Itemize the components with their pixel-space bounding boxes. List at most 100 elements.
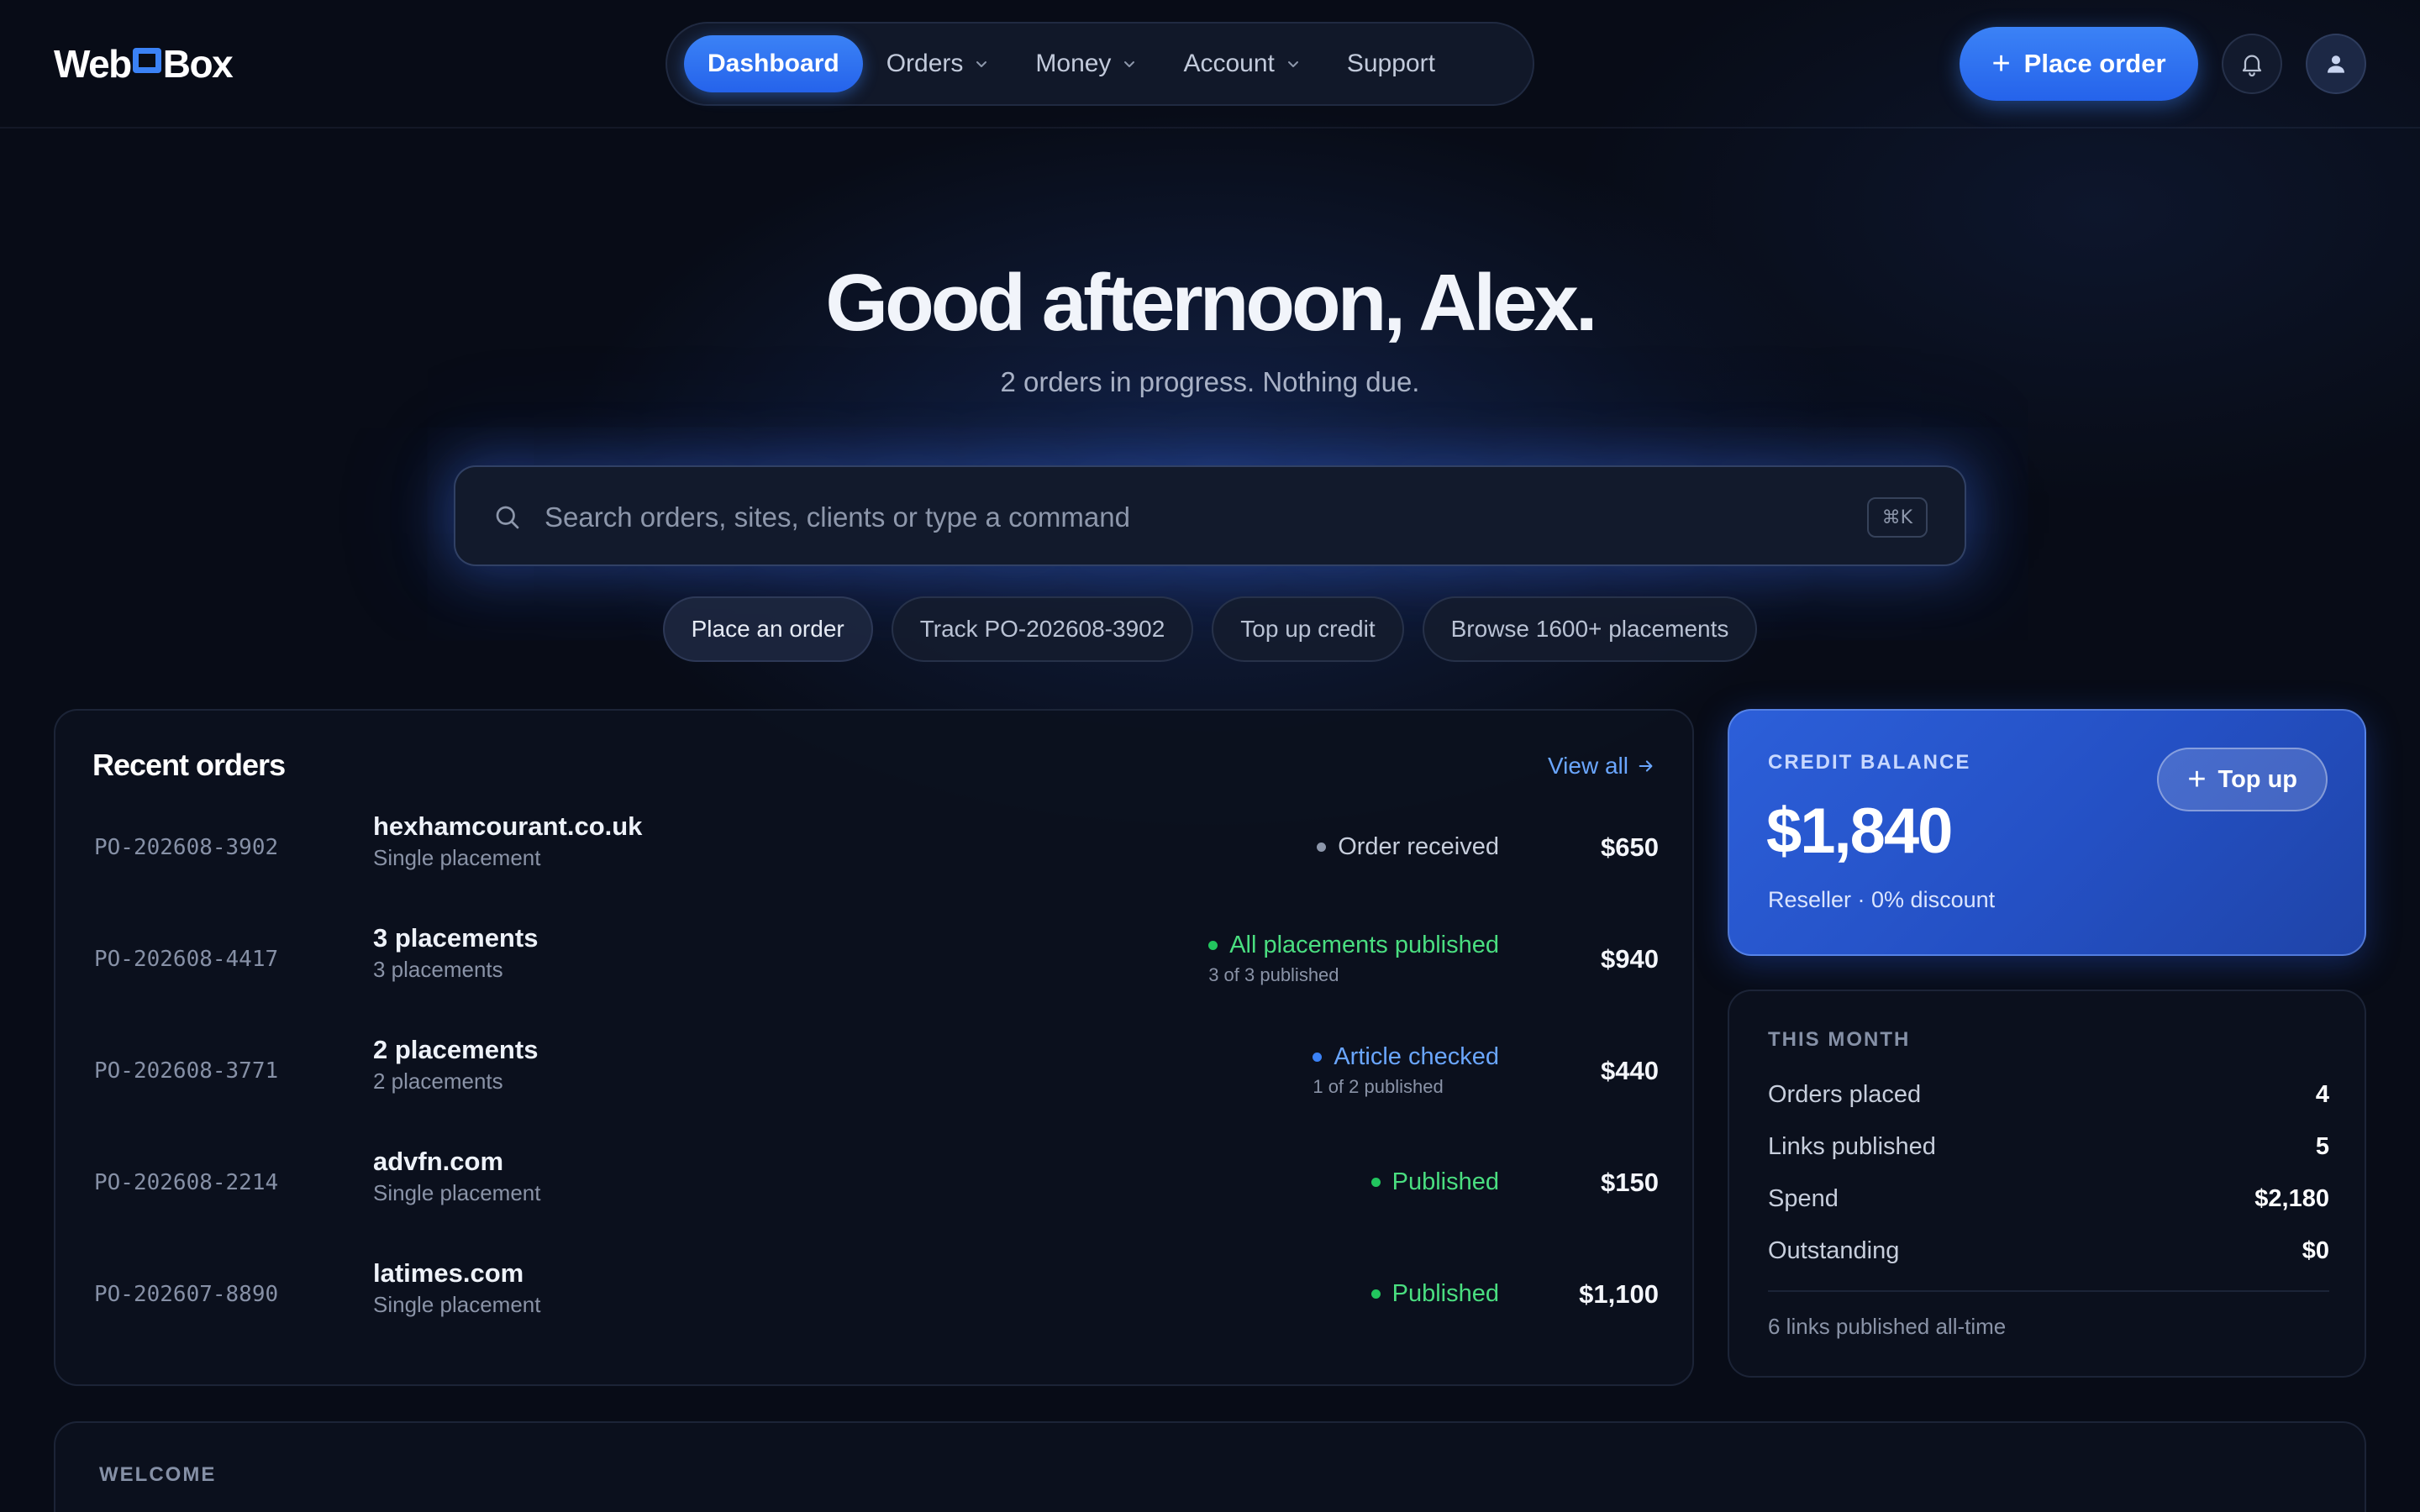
nav-item-label: Account <box>1183 50 1275 77</box>
chevron-down-icon <box>975 57 988 71</box>
recent-orders-title: Recent orders <box>92 748 286 782</box>
place-order-button[interactable]: + Place order <box>1960 27 2198 101</box>
status-dot-icon <box>1208 941 1218 950</box>
main-nav: Dashboard Orders Money Account Support <box>666 22 1534 106</box>
greeting-subtitle: 2 orders in progress. Nothing due. <box>1000 366 1420 397</box>
order-amount: $1,100 <box>1579 1278 1659 1309</box>
this-month-card: THIS MONTH Orders placed 4 Links publish… <box>1728 990 2366 1378</box>
order-site: 2 placements <box>373 1035 539 1064</box>
arrow-right-icon <box>1639 760 1653 772</box>
nav-item-money[interactable]: Money <box>1012 35 1160 92</box>
stat-value: 4 <box>2315 1080 2329 1108</box>
notifications-button[interactable] <box>2222 34 2282 94</box>
order-site: latimes.com <box>373 1258 524 1288</box>
chevron-down-icon <box>1286 57 1300 71</box>
order-status-label: Article checked <box>1334 1043 1499 1070</box>
nav-item-label: Dashboard <box>708 50 839 77</box>
order-status-progress: 1 of 2 published <box>1313 1076 1444 1097</box>
quick-action-track-order[interactable]: Track PO-202608-3902 <box>891 596 1194 662</box>
stat-value: $2,180 <box>2254 1184 2329 1212</box>
dashboard-page: Web Box Dashboard Orders Money Account S… <box>0 0 2420 1512</box>
webbox-logo[interactable]: Web Box <box>54 40 234 87</box>
order-amount: $650 <box>1601 832 1659 862</box>
plus-icon: + <box>2187 762 2207 797</box>
credit-balance-amount: $1,840 <box>1766 795 1953 867</box>
quick-action-browse-placements[interactable]: Browse 1600+ placements <box>1422 596 1758 662</box>
stat-value: $0 <box>2302 1236 2329 1264</box>
status-dot-icon <box>1370 1178 1381 1187</box>
order-status-label: All placements published <box>1229 932 1499 958</box>
links-all-time: 6 links published all-time <box>1768 1314 2007 1339</box>
logo-mark-icon <box>132 48 161 73</box>
quick-actions: Place an order Track PO-202608-3902 Top … <box>0 596 2420 662</box>
order-status-label: Order received <box>1338 833 1499 860</box>
order-amount: $940 <box>1601 943 1659 974</box>
order-detail: 2 placements <box>373 1068 503 1094</box>
order-detail: Single placement <box>373 1180 541 1205</box>
status-dot-icon <box>1370 1289 1381 1299</box>
logo-text-left: Web <box>54 42 132 86</box>
stat-outstanding: Outstanding $0 <box>1768 1225 2329 1277</box>
order-row[interactable]: PO-202608-3902 hexhamcourant.co.uk Singl… <box>55 791 1696 903</box>
order-site: advfn.com <box>373 1147 504 1176</box>
top-up-button[interactable]: + Top up <box>2157 748 2328 811</box>
nav-item-account[interactable]: Account <box>1160 35 1323 92</box>
place-order-label: Place order <box>2023 49 2166 78</box>
order-site: hexhamcourant.co.uk <box>373 811 643 841</box>
quick-action-top-up[interactable]: Top up credit <box>1212 596 1404 662</box>
credit-account-tier: Reseller · 0% discount <box>1768 887 1996 912</box>
credit-balance-card: CREDIT BALANCE $1,840 Reseller · 0% disc… <box>1728 709 2366 956</box>
stat-links-published: Links published 5 <box>1768 1121 2329 1173</box>
status-dot-icon <box>1317 843 1327 852</box>
greeting-title: Good afternoon, Alex. <box>825 258 1597 348</box>
order-amount: $150 <box>1601 1167 1659 1197</box>
bell-icon <box>2242 55 2262 77</box>
order-po-number: PO-202608-3771 <box>94 1058 279 1084</box>
top-navigation-bar: Web Box Dashboard Orders Money Account S… <box>0 0 2420 129</box>
nav-item-label: Orders <box>886 50 964 77</box>
order-detail: Single placement <box>373 845 541 870</box>
stat-value: 5 <box>2315 1132 2329 1160</box>
order-status: Article checked 1 of 2 published <box>1313 1015 1499 1126</box>
search-icon <box>496 506 519 529</box>
stat-label: Links published <box>1768 1132 1936 1160</box>
order-status-label: Published <box>1392 1280 1499 1307</box>
stat-label: Spend <box>1768 1184 1839 1212</box>
stat-label: Outstanding <box>1768 1236 1900 1264</box>
nav-item-dashboard[interactable]: Dashboard <box>684 35 863 92</box>
order-status: Published <box>1370 1126 1499 1238</box>
order-po-number: PO-202608-2214 <box>94 1169 279 1195</box>
search-input[interactable] <box>544 492 1805 543</box>
view-all-orders-link[interactable]: View all <box>1548 753 1655 780</box>
order-po-number: PO-202608-3902 <box>94 834 279 860</box>
welcome-label: WELCOME <box>99 1463 217 1486</box>
order-status-progress: 3 of 3 published <box>1208 964 1339 985</box>
order-detail: Single placement <box>373 1292 541 1317</box>
divider <box>1768 1290 2329 1292</box>
order-amount: $440 <box>1601 1055 1659 1085</box>
order-status: All placements published 3 of 3 publishe… <box>1208 903 1499 1015</box>
view-all-label: View all <box>1548 753 1628 779</box>
order-row[interactable]: PO-202607-8890 latimes.com Single placem… <box>55 1238 1696 1350</box>
status-dot-icon <box>1313 1053 1323 1062</box>
credit-balance-label: CREDIT BALANCE <box>1768 751 1971 774</box>
order-row[interactable]: PO-202608-2214 advfn.com Single placemen… <box>55 1126 1696 1238</box>
order-status: Published <box>1370 1238 1499 1350</box>
quick-action-place-order[interactable]: Place an order <box>662 596 873 662</box>
nav-item-support[interactable]: Support <box>1323 35 1459 92</box>
order-row[interactable]: PO-202608-3771 2 placements 2 placements… <box>55 1015 1696 1126</box>
welcome-card: WELCOME <box>54 1421 2366 1512</box>
nav-item-orders[interactable]: Orders <box>863 35 1013 92</box>
order-po-number: PO-202608-4417 <box>94 946 279 972</box>
order-row[interactable]: PO-202608-4417 3 placements 3 placements… <box>55 903 1696 1015</box>
keyboard-shortcut-hint: ⌘K <box>1866 497 1928 538</box>
top-up-label: Top up <box>2217 765 2297 793</box>
command-search-bar[interactable]: ⌘K <box>454 465 1966 566</box>
stat-label: Orders placed <box>1768 1080 1922 1108</box>
stat-spend: Spend $2,180 <box>1768 1173 2329 1225</box>
order-status: Order received <box>1317 791 1499 903</box>
order-status-label: Published <box>1392 1168 1499 1195</box>
user-menu-button[interactable] <box>2306 34 2366 94</box>
stat-orders-placed: Orders placed 4 <box>1768 1068 2329 1121</box>
user-icon <box>2328 55 2344 73</box>
